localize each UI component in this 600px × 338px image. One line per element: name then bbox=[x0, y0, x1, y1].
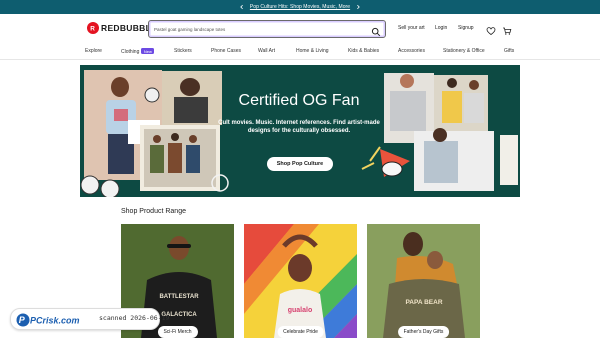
product-card-pride[interactable]: gualalo Celebrate Pride bbox=[244, 224, 357, 338]
site-header: R REDBUBBLE Sell your art Login Signup bbox=[0, 14, 600, 44]
celebrate-pride-image: gualalo bbox=[244, 224, 357, 338]
promo-link[interactable]: Pop Culture Hits: Shop Movies, Music, Mo… bbox=[250, 4, 350, 10]
pcrisk-logo: P PCrisk.com bbox=[16, 313, 80, 327]
nav-item-accessories[interactable]: Accessories bbox=[398, 48, 425, 54]
search-bar[interactable] bbox=[148, 20, 386, 38]
login-link[interactable]: Login bbox=[435, 25, 447, 31]
shirt-text: gualalo bbox=[288, 307, 313, 314]
nav-item-wall-art[interactable]: Wall Art bbox=[258, 48, 275, 54]
search-icon[interactable] bbox=[371, 24, 381, 37]
chevron-left-icon[interactable] bbox=[237, 2, 247, 12]
nav-item-explore[interactable]: Explore bbox=[85, 48, 102, 54]
card-label: Celebrate Pride bbox=[277, 326, 324, 338]
nav-item-gifts[interactable]: Gifts bbox=[504, 48, 514, 54]
section-title: Shop Product Range bbox=[121, 208, 186, 215]
nav-item-clothing[interactable]: Clothing New bbox=[121, 48, 155, 55]
pcrisk-logo-text: PCrisk.com bbox=[30, 316, 80, 326]
shop-pop-culture-button[interactable]: Shop Pop Culture bbox=[267, 157, 333, 171]
product-card-fathers-day[interactable]: PAPA BEAR Father's Day Gifts bbox=[367, 224, 480, 338]
nav-item-kids-babies[interactable]: Kids & Babies bbox=[348, 48, 379, 54]
hero-subtitle: Cult movies. Music. Internet references.… bbox=[218, 120, 380, 134]
hero-title: Certified OG Fan bbox=[238, 92, 360, 109]
shirt-text: PAPA BEAR bbox=[405, 299, 442, 306]
nav-item-stickers[interactable]: Stickers bbox=[174, 48, 192, 54]
nav-item-label: Clothing bbox=[121, 49, 140, 55]
svg-text:P: P bbox=[19, 315, 26, 325]
card-label: Sci-Fi Merch bbox=[157, 326, 198, 338]
shirt-text: BATTLESTAR bbox=[159, 294, 199, 300]
sell-your-art-link[interactable]: Sell your art bbox=[398, 25, 425, 31]
nav-item-stationery-office[interactable]: Stationery & Office bbox=[443, 48, 485, 54]
nav-item-phone-cases[interactable]: Phone Cases bbox=[211, 48, 241, 54]
card-label: Father's Day Gifts bbox=[397, 326, 450, 338]
heart-icon[interactable] bbox=[486, 23, 496, 35]
scan-date-text: scanned 2026-06-19 bbox=[99, 314, 170, 322]
new-badge: New bbox=[141, 48, 155, 54]
fathers-day-gifts-image: PAPA BEAR bbox=[367, 224, 480, 338]
svg-text:R: R bbox=[90, 25, 95, 32]
redbubble-logo[interactable]: R REDBUBBLE bbox=[87, 22, 157, 34]
promo-bar[interactable]: Pop Culture Hits: Shop Movies, Music, Mo… bbox=[0, 0, 600, 14]
signup-link[interactable]: Signup bbox=[458, 25, 474, 31]
search-input[interactable] bbox=[154, 24, 364, 34]
chevron-right-icon[interactable] bbox=[353, 2, 363, 12]
pcrisk-watermark: P PCrisk.com scanned 2026-06-19 bbox=[10, 308, 169, 330]
category-nav: Explore Clothing New Stickers Phone Cases… bbox=[0, 44, 600, 60]
nav-item-home-living[interactable]: Home & Living bbox=[296, 48, 329, 54]
redbubble-logo-icon: R bbox=[87, 22, 99, 34]
cart-icon[interactable] bbox=[502, 23, 512, 35]
